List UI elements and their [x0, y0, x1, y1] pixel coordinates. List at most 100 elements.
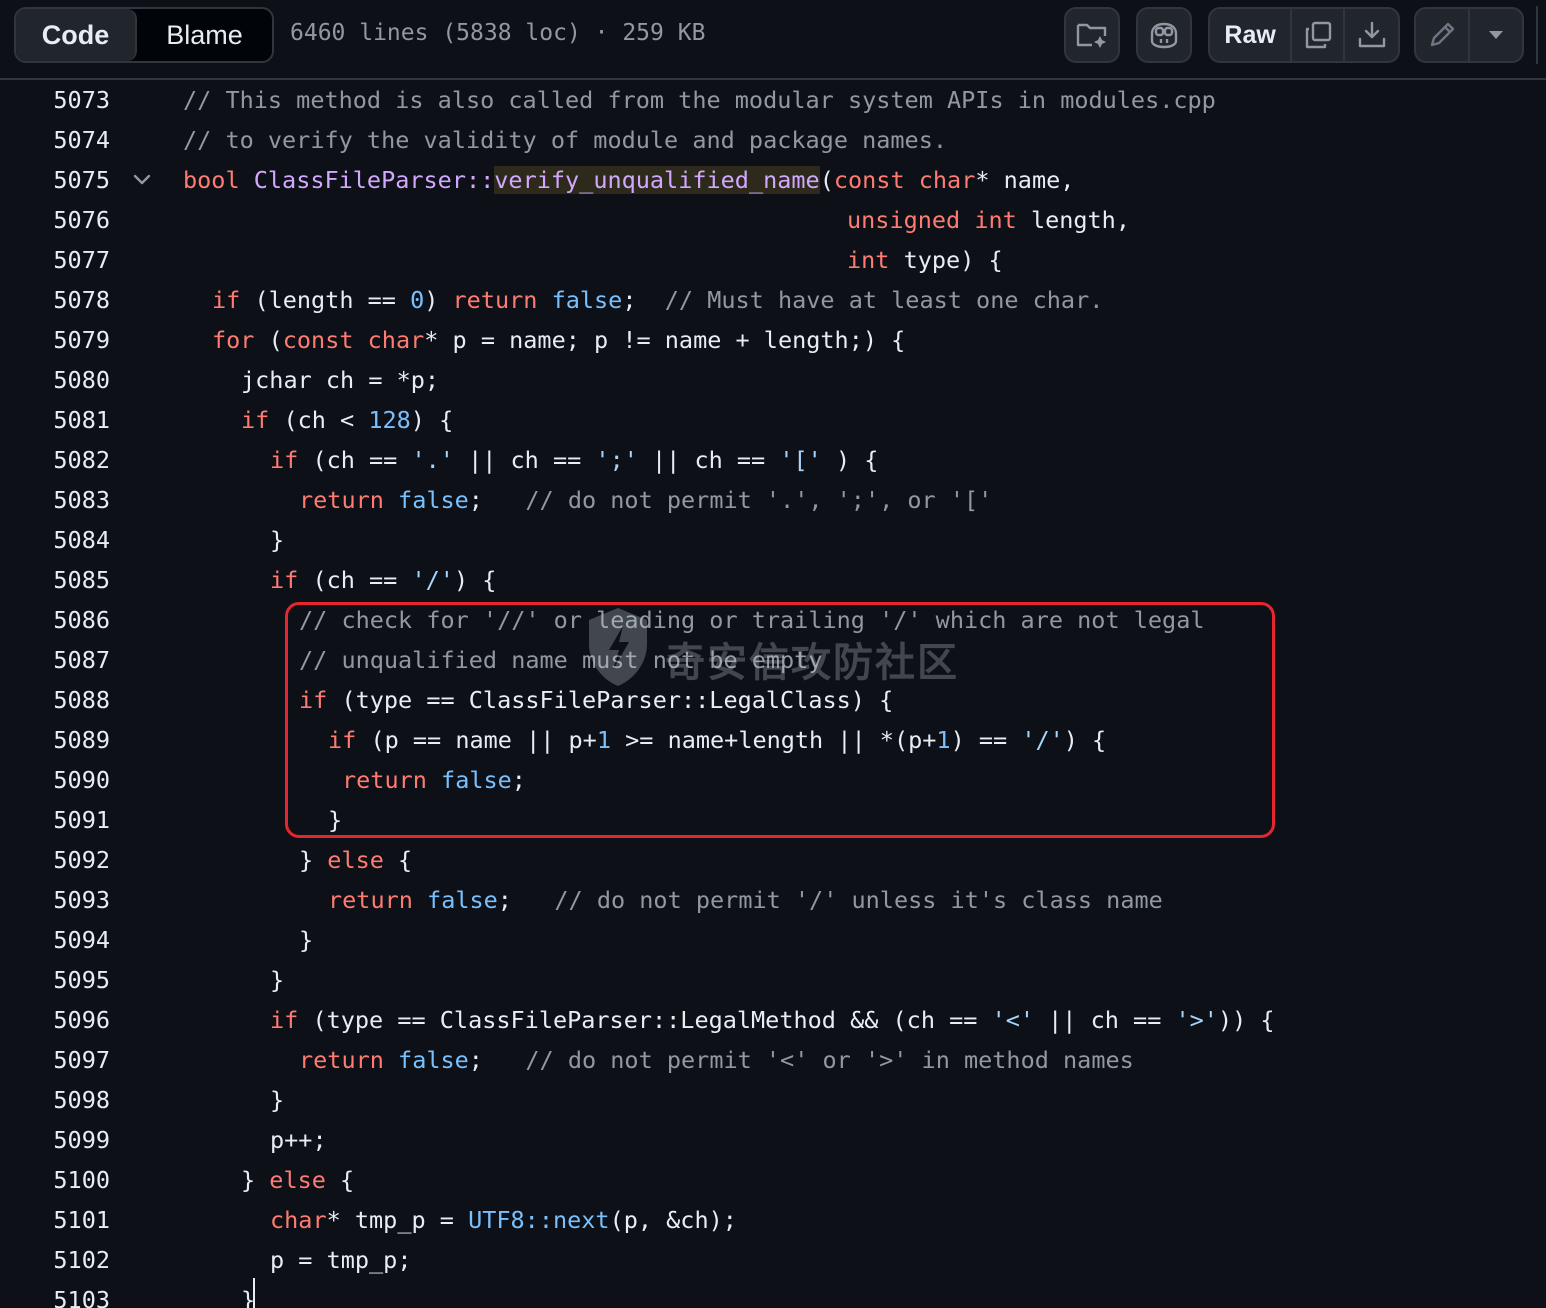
- keyword: if: [270, 446, 299, 474]
- line-number[interactable]: 5074: [0, 126, 110, 154]
- code-line: 5082 if (ch == '.' || ch == ';' || ch ==…: [0, 440, 1546, 480]
- line-code: if (type == ClassFileParser::LegalMethod…: [270, 1006, 1275, 1034]
- code-text: (ch <: [269, 406, 369, 434]
- code-line: 5092 } else {: [0, 840, 1546, 880]
- code-line: 5087 // unqualified name must not be emp…: [0, 640, 1546, 680]
- copy-icon: [1305, 21, 1331, 49]
- code-text: (type == ClassFileParser::LegalClass) {: [327, 686, 894, 714]
- symbols-panel-button[interactable]: [1064, 7, 1120, 63]
- code-text: ) {: [821, 446, 879, 474]
- file-toolbar: Code Blame 6460 lines (5838 loc) · 259 K…: [0, 0, 1546, 80]
- line-number[interactable]: 5082: [0, 446, 110, 474]
- download-button[interactable]: [1345, 9, 1398, 61]
- code-tab[interactable]: Code: [16, 9, 137, 61]
- keyword: return: [452, 286, 538, 314]
- line-code: if (ch == '/') {: [270, 566, 496, 594]
- code-text: || ch ==: [637, 446, 780, 474]
- blame-tab[interactable]: Blame: [137, 9, 272, 61]
- line-code: return false; // do not permit '.', ';',…: [299, 486, 992, 514]
- line-number[interactable]: 5093: [0, 886, 110, 914]
- line-number[interactable]: 5089: [0, 726, 110, 754]
- code-text: }: [299, 846, 328, 874]
- line-number[interactable]: 5081: [0, 406, 110, 434]
- edit-options-dropdown[interactable]: [1470, 9, 1522, 61]
- code-line: 5083 return false; // do not permit '.',…: [0, 480, 1546, 520]
- folder-sparkle-icon: [1076, 23, 1107, 48]
- line-number[interactable]: 5102: [0, 1246, 110, 1274]
- line-number[interactable]: 5092: [0, 846, 110, 874]
- line-code: return false; // do not permit '<' or '>…: [299, 1046, 1134, 1074]
- code-text: ) {: [453, 566, 497, 594]
- code-view[interactable]: 5073 // This method is also called from …: [0, 80, 1546, 1308]
- line-number[interactable]: 5103: [0, 1286, 110, 1308]
- keyword: else: [269, 1166, 326, 1194]
- line-code: } else {: [299, 846, 412, 874]
- line-number[interactable]: 5094: [0, 926, 110, 954]
- keyword: return: [342, 766, 427, 794]
- line-code: bool ClassFileParser::verify_unqualified…: [183, 166, 1074, 194]
- keyword: char: [270, 1206, 327, 1234]
- code-line: 5096 if (type == ClassFileParser::LegalM…: [0, 1000, 1546, 1040]
- code-text: (: [254, 326, 283, 354]
- code-line: 5080 jchar ch = *p;: [0, 360, 1546, 400]
- line-number[interactable]: 5095: [0, 966, 110, 994]
- chevron-down-icon[interactable]: [131, 168, 153, 190]
- comment: // Must have at least one char.: [664, 286, 1104, 314]
- keyword: if: [328, 726, 357, 754]
- line-code: if (ch < 128) {: [241, 406, 453, 434]
- keyword: int: [847, 246, 890, 274]
- code-text: ): [424, 286, 453, 314]
- line-number[interactable]: 5091: [0, 806, 110, 834]
- function-name[interactable]: verify_unqualified_name: [494, 166, 820, 194]
- constant: false: [398, 1046, 469, 1074]
- line-number[interactable]: 5075: [0, 166, 110, 194]
- line-number[interactable]: 5100: [0, 1166, 110, 1194]
- comment: // This method is also called from the m…: [183, 86, 1216, 114]
- line-number[interactable]: 5073: [0, 86, 110, 114]
- keyword: unsigned: [847, 206, 961, 234]
- line-number[interactable]: 5098: [0, 1086, 110, 1114]
- raw-button[interactable]: Raw: [1210, 9, 1293, 61]
- comment: // do not permit '<' or '>' in method na…: [525, 1046, 1134, 1074]
- line-number[interactable]: 5078: [0, 286, 110, 314]
- keyword: const: [833, 166, 905, 194]
- line-number[interactable]: 5076: [0, 206, 110, 234]
- line-code: }: [270, 1086, 285, 1114]
- line-number[interactable]: 5101: [0, 1206, 110, 1234]
- comment: // do not permit '/' unless it's class n…: [554, 886, 1163, 914]
- copilot-button[interactable]: [1136, 7, 1192, 63]
- constant: false: [398, 486, 469, 514]
- line-number[interactable]: 5080: [0, 366, 110, 394]
- line-number[interactable]: 5085: [0, 566, 110, 594]
- line-number[interactable]: 5077: [0, 246, 110, 274]
- copy-raw-button[interactable]: [1292, 9, 1346, 61]
- function-call: UTF8::next: [468, 1206, 610, 1234]
- line-code: // to verify the validity of module and …: [183, 126, 947, 154]
- line-number[interactable]: 5086: [0, 606, 110, 634]
- keyword: char: [367, 326, 425, 354]
- code-text: ;: [622, 286, 665, 314]
- edit-file-button[interactable]: [1416, 9, 1470, 61]
- string: '.': [411, 446, 454, 474]
- line-number[interactable]: 5096: [0, 1006, 110, 1034]
- raw-copy-download-group: Raw: [1208, 7, 1400, 63]
- line-number[interactable]: 5079: [0, 326, 110, 354]
- code-line: 5074 // to verify the validity of module…: [0, 120, 1546, 160]
- number: 1: [596, 726, 611, 754]
- line-code: }: [270, 966, 285, 994]
- keyword: return: [328, 886, 413, 914]
- line-number[interactable]: 5083: [0, 486, 110, 514]
- line-code: unsigned int length,: [847, 206, 1130, 234]
- line-number[interactable]: 5097: [0, 1046, 110, 1074]
- line-number[interactable]: 5099: [0, 1126, 110, 1154]
- line-number[interactable]: 5084: [0, 526, 110, 554]
- line-number[interactable]: 5088: [0, 686, 110, 714]
- keyword: return: [299, 486, 384, 514]
- code-line: 5078 if (length == 0) return false; // M…: [0, 280, 1546, 320]
- code-line: 5086 // check for '//' or leading or tra…: [0, 600, 1546, 640]
- code-text: (ch ==: [298, 446, 412, 474]
- line-number[interactable]: 5090: [0, 766, 110, 794]
- line-number[interactable]: 5087: [0, 646, 110, 674]
- code-text: * tmp_p =: [326, 1206, 469, 1234]
- line-code: return false;: [342, 766, 526, 794]
